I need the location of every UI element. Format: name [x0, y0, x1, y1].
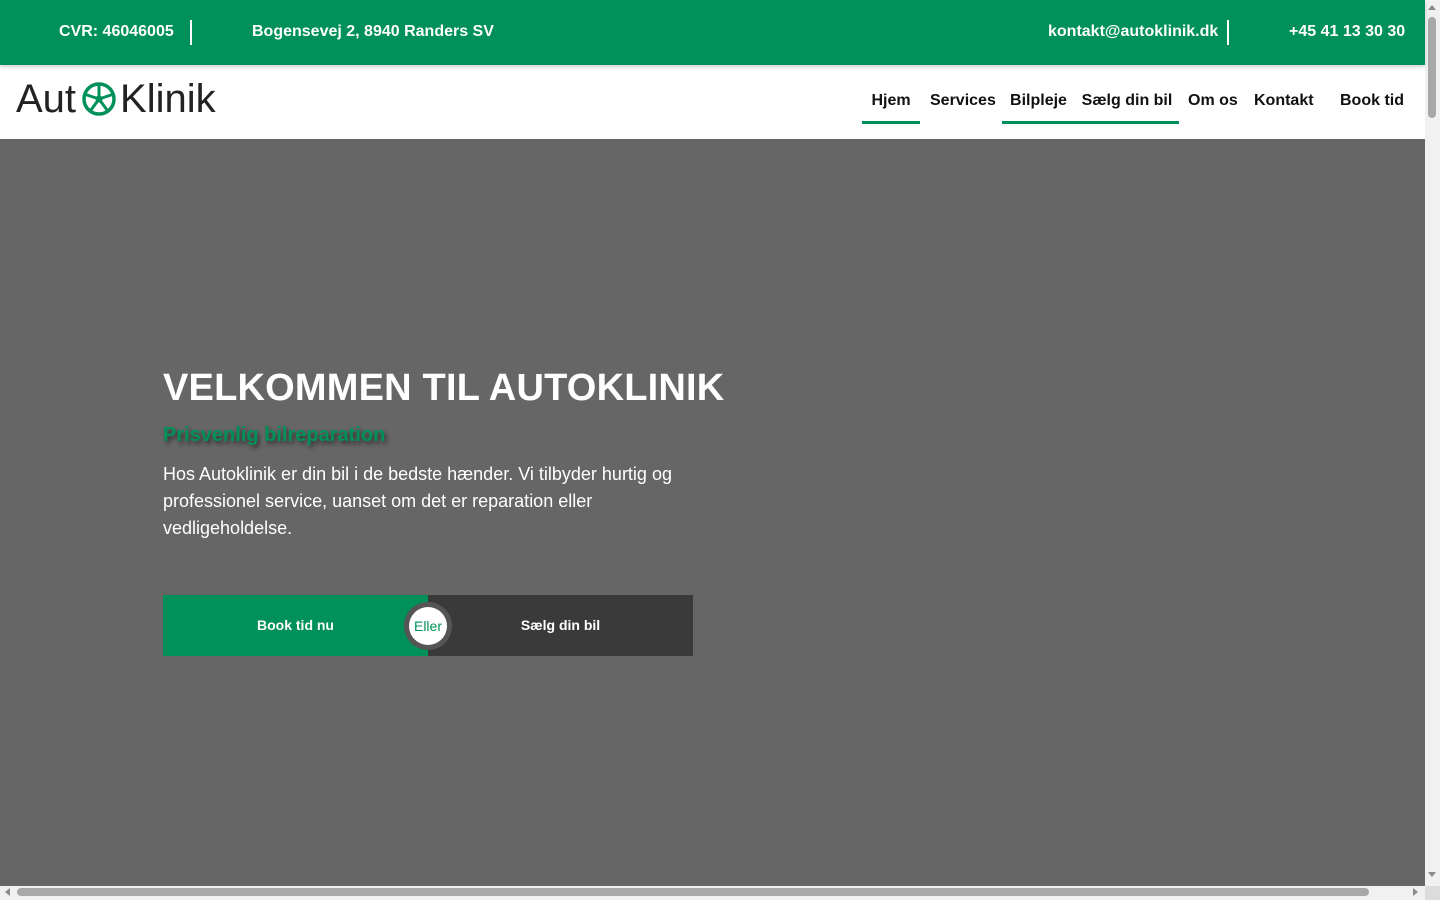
nav-item-kontakt[interactable]: Kontakt [1254, 91, 1314, 121]
nav-item-saelg-din-bil[interactable]: Sælg din bil [1075, 91, 1179, 124]
site-header: Aut Klinik Hjem Services Bilpleje Sælg d… [0, 65, 1425, 139]
book-tid-nu-button[interactable]: Book tid nu [163, 595, 428, 656]
hero-section: VELKOMMEN TIL AUTOKLINIK Prisvenlig bilr… [0, 139, 1425, 886]
saelg-din-bil-button[interactable]: Sælg din bil [428, 595, 693, 656]
hero-description: Hos Autoklinik er din bil i de bedste hæ… [163, 464, 672, 538]
cta-group: Book tid nu Sælg din bil Eller [163, 595, 693, 656]
or-badge: Eller [404, 602, 452, 650]
scrollbar-corner [1425, 886, 1440, 900]
scroll-left-icon[interactable] [5, 888, 10, 896]
address-text: Bogensevej 2, 8940 Randers SV [252, 23, 494, 40]
nav-item-om-os[interactable]: Om os [1188, 91, 1238, 121]
nav-item-bilpleje[interactable]: Bilpleje [1002, 91, 1075, 124]
scroll-down-icon[interactable] [1428, 872, 1436, 877]
horizontal-scrollbar[interactable] [0, 886, 1425, 900]
scroll-right-icon[interactable] [1413, 888, 1418, 896]
divider [1227, 20, 1229, 45]
vertical-scrollbar[interactable] [1425, 0, 1440, 886]
top-info-bar: CVR: 46046005 Bogensevej 2, 8940 Randers… [0, 0, 1425, 65]
scrollbar-thumb[interactable] [17, 888, 1369, 896]
phone-link[interactable]: +45 41 13 30 30 [1289, 22, 1405, 42]
hero-subtitle: Prisvenlig bilreparation [163, 424, 386, 446]
scroll-up-icon[interactable] [1428, 5, 1436, 10]
email-link[interactable]: kontakt@autoklinik.dk [1048, 22, 1218, 42]
nav-item-services[interactable]: Services [930, 91, 996, 121]
cvr-number: CVR: 46046005 [59, 23, 174, 40]
nav-item-book-tid[interactable]: Book tid [1340, 91, 1404, 121]
main-nav: Hjem Services Bilpleje Sælg din bil Om o… [0, 91, 1425, 124]
scrollbar-thumb[interactable] [1428, 17, 1436, 118]
nav-item-hjem[interactable]: Hjem [862, 91, 920, 124]
hero-title: VELKOMMEN TIL AUTOKLINIK [163, 367, 725, 409]
or-label: Eller [409, 607, 447, 645]
divider [190, 20, 192, 45]
